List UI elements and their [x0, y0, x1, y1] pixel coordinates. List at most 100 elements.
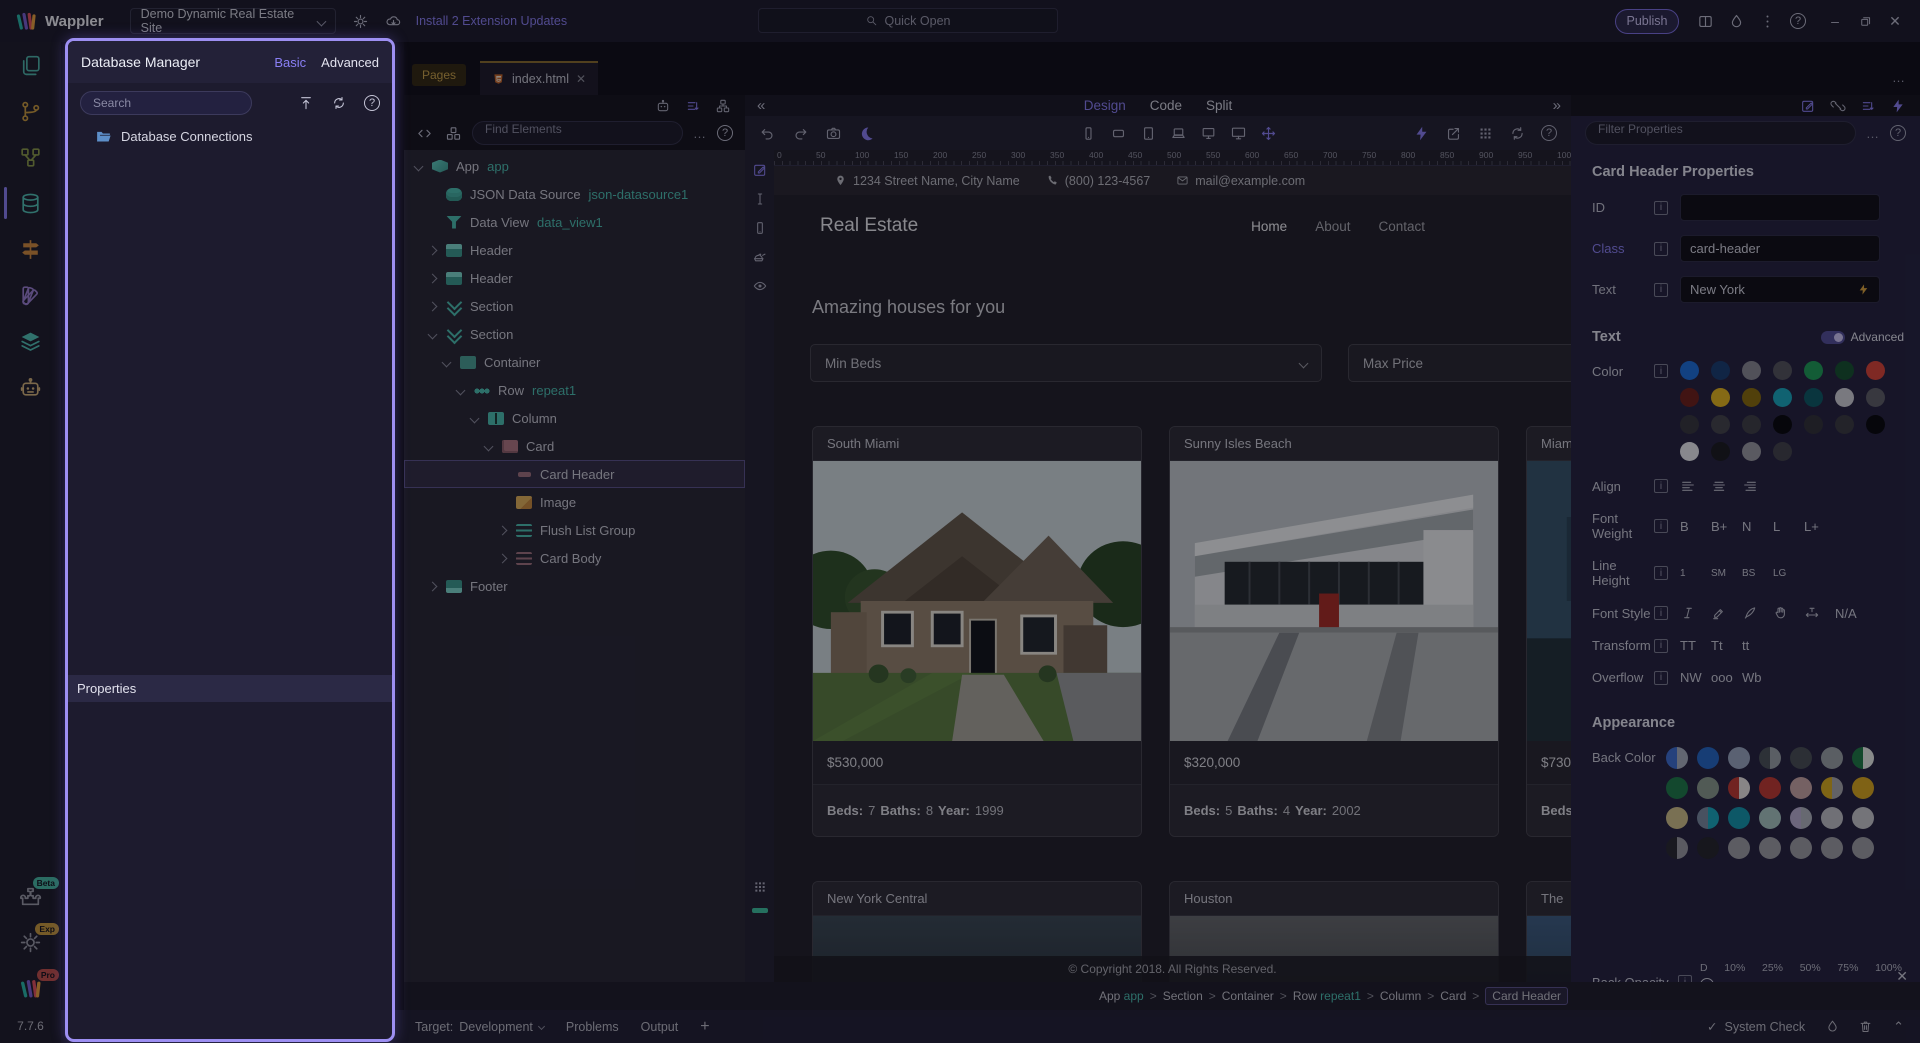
- color-swatch[interactable]: [1697, 807, 1719, 829]
- structure-more-icon[interactable]: …: [693, 126, 707, 141]
- color-swatch[interactable]: [1728, 837, 1750, 859]
- option-na[interactable]: N/A: [1835, 606, 1866, 621]
- property-card-sunny-isles-beach[interactable]: Sunny Isles Beach$320,000Beds: 5 Baths: …: [1169, 426, 1499, 837]
- tab-close-icon[interactable]: ✕: [576, 72, 586, 86]
- grid9-icon[interactable]: [752, 879, 768, 895]
- option-b[interactable]: B: [1680, 519, 1711, 534]
- rail-item-workflows[interactable]: [0, 134, 61, 180]
- code-icon[interactable]: [416, 125, 433, 142]
- dynamic-binding-icon[interactable]: [1857, 283, 1870, 296]
- refresh-icon[interactable]: [331, 95, 347, 111]
- output-button[interactable]: Output: [641, 1020, 679, 1034]
- db-tab-basic[interactable]: Basic: [274, 55, 306, 70]
- color-swatch[interactable]: [1711, 388, 1730, 407]
- option-ooo[interactable]: ooo: [1711, 670, 1742, 685]
- pen-icon[interactable]: [1742, 605, 1758, 621]
- mode-split[interactable]: Split: [1206, 98, 1232, 113]
- redo-icon[interactable]: [792, 125, 809, 142]
- option-wb[interactable]: Wb: [1742, 670, 1773, 685]
- properties-more-icon[interactable]: …: [1866, 126, 1880, 141]
- device-monitor-icon[interactable]: [1230, 125, 1247, 142]
- color-swatch[interactable]: [1742, 442, 1761, 461]
- card-header[interactable]: Miami: [1527, 427, 1571, 461]
- minimize-button[interactable]: –: [1820, 6, 1850, 36]
- device-phone-icon[interactable]: [752, 220, 768, 236]
- problems-button[interactable]: Problems: [566, 1020, 619, 1034]
- tree-node-image[interactable]: Image: [404, 488, 745, 516]
- help-icon[interactable]: ?: [364, 95, 380, 111]
- rail-item-layers[interactable]: [0, 318, 61, 364]
- resize-handle[interactable]: [752, 908, 768, 913]
- tabbar-more-icon[interactable]: …: [1892, 70, 1906, 85]
- opacity-stop-75[interactable]: 75%: [1837, 962, 1858, 974]
- find-elements-input[interactable]: Find Elements: [472, 121, 683, 145]
- tree-node-section[interactable]: Section: [404, 320, 745, 348]
- hand-icon[interactable]: [1773, 605, 1789, 621]
- site-nav-home[interactable]: Home: [1251, 219, 1287, 234]
- option-l[interactable]: L+: [1804, 519, 1835, 534]
- color-swatch[interactable]: [1866, 415, 1885, 434]
- text-input[interactable]: New York: [1680, 276, 1880, 303]
- rail-item-pages[interactable]: [0, 42, 61, 88]
- expander-icon[interactable]: [428, 581, 438, 591]
- color-swatch[interactable]: [1821, 747, 1843, 769]
- move-icon[interactable]: [1260, 125, 1277, 142]
- info-icon[interactable]: i: [1654, 479, 1668, 493]
- system-check-button[interactable]: ✓ System Check: [1707, 1019, 1805, 1034]
- breadcrumb-card[interactable]: Card: [1440, 989, 1466, 1003]
- rail-item-ai-assistant[interactable]: [0, 364, 61, 410]
- sortlist-icon[interactable]: [685, 98, 701, 114]
- bolt-icon[interactable]: [1890, 98, 1906, 114]
- color-swatch[interactable]: [1866, 361, 1885, 380]
- quick-open-button[interactable]: Quick Open: [758, 8, 1058, 33]
- color-swatch[interactable]: [1711, 415, 1730, 434]
- color-swatch[interactable]: [1790, 777, 1812, 799]
- card-header[interactable]: South Miami: [813, 427, 1141, 461]
- property-card-miami[interactable]: Miami$730,000Beds: Baths: Year:: [1526, 426, 1571, 837]
- properties-help-icon[interactable]: ?: [1890, 125, 1906, 141]
- kebab-icon[interactable]: [1759, 13, 1776, 30]
- lamp-icon[interactable]: [752, 249, 768, 265]
- color-swatch[interactable]: [1866, 388, 1885, 407]
- device-laptop-icon[interactable]: [1170, 125, 1187, 142]
- property-card-south-miami[interactable]: South Miami$530,000Beds: 7 Baths: 8 Year…: [812, 426, 1142, 837]
- db-search-input[interactable]: Search: [80, 91, 252, 115]
- site-brand[interactable]: Real Estate: [820, 215, 918, 237]
- color-swatch[interactable]: [1821, 777, 1843, 799]
- sitemap-icon[interactable]: [715, 98, 731, 114]
- add-panel-icon[interactable]: +: [700, 1018, 709, 1036]
- rail-item-pro[interactable]: Pro: [0, 965, 61, 1011]
- robot-head-icon[interactable]: [655, 98, 671, 114]
- bolt-icon[interactable]: [1413, 125, 1430, 142]
- rail-item-git[interactable]: [0, 88, 61, 134]
- min-beds-select[interactable]: Min Beds: [810, 344, 1322, 382]
- tree-node-card[interactable]: Card: [404, 432, 745, 460]
- highlighter-icon[interactable]: [1711, 605, 1727, 621]
- restore-button[interactable]: [1850, 6, 1880, 36]
- expander-icon[interactable]: [442, 357, 452, 367]
- tree-node-row[interactable]: Rowrepeat1: [404, 376, 745, 404]
- close-button[interactable]: ✕: [1880, 6, 1910, 36]
- id-input[interactable]: [1680, 194, 1880, 221]
- device-phone-icon[interactable]: [1080, 125, 1097, 142]
- color-swatch[interactable]: [1742, 361, 1761, 380]
- opacity-stop-D[interactable]: D: [1700, 962, 1708, 974]
- help-icon[interactable]: ?: [1541, 125, 1557, 141]
- option-tt[interactable]: Tt: [1711, 638, 1742, 653]
- droplet-icon[interactable]: [1825, 1019, 1840, 1034]
- color-swatch[interactable]: [1835, 388, 1854, 407]
- breadcrumb-card-header[interactable]: Card Header: [1485, 987, 1568, 1005]
- edit-square-icon[interactable]: [752, 162, 768, 178]
- breadcrumb-column[interactable]: Column: [1380, 989, 1421, 1003]
- color-swatch[interactable]: [1680, 388, 1699, 407]
- option-sm[interactable]: SM: [1711, 568, 1742, 579]
- option-bs[interactable]: BS: [1742, 568, 1773, 579]
- tree-node-header[interactable]: Header: [404, 236, 745, 264]
- rail-item-database[interactable]: [0, 180, 61, 226]
- collapse-right-icon[interactable]: »: [1553, 97, 1561, 114]
- expander-icon[interactable]: [456, 385, 466, 395]
- filter-properties-input[interactable]: Filter Properties: [1585, 121, 1856, 145]
- tree-node-json-data-source[interactable]: JSON Data Sourcejson-datasource1: [404, 180, 745, 208]
- info-icon[interactable]: i: [1654, 566, 1668, 580]
- tree-node-section[interactable]: Section: [404, 292, 745, 320]
